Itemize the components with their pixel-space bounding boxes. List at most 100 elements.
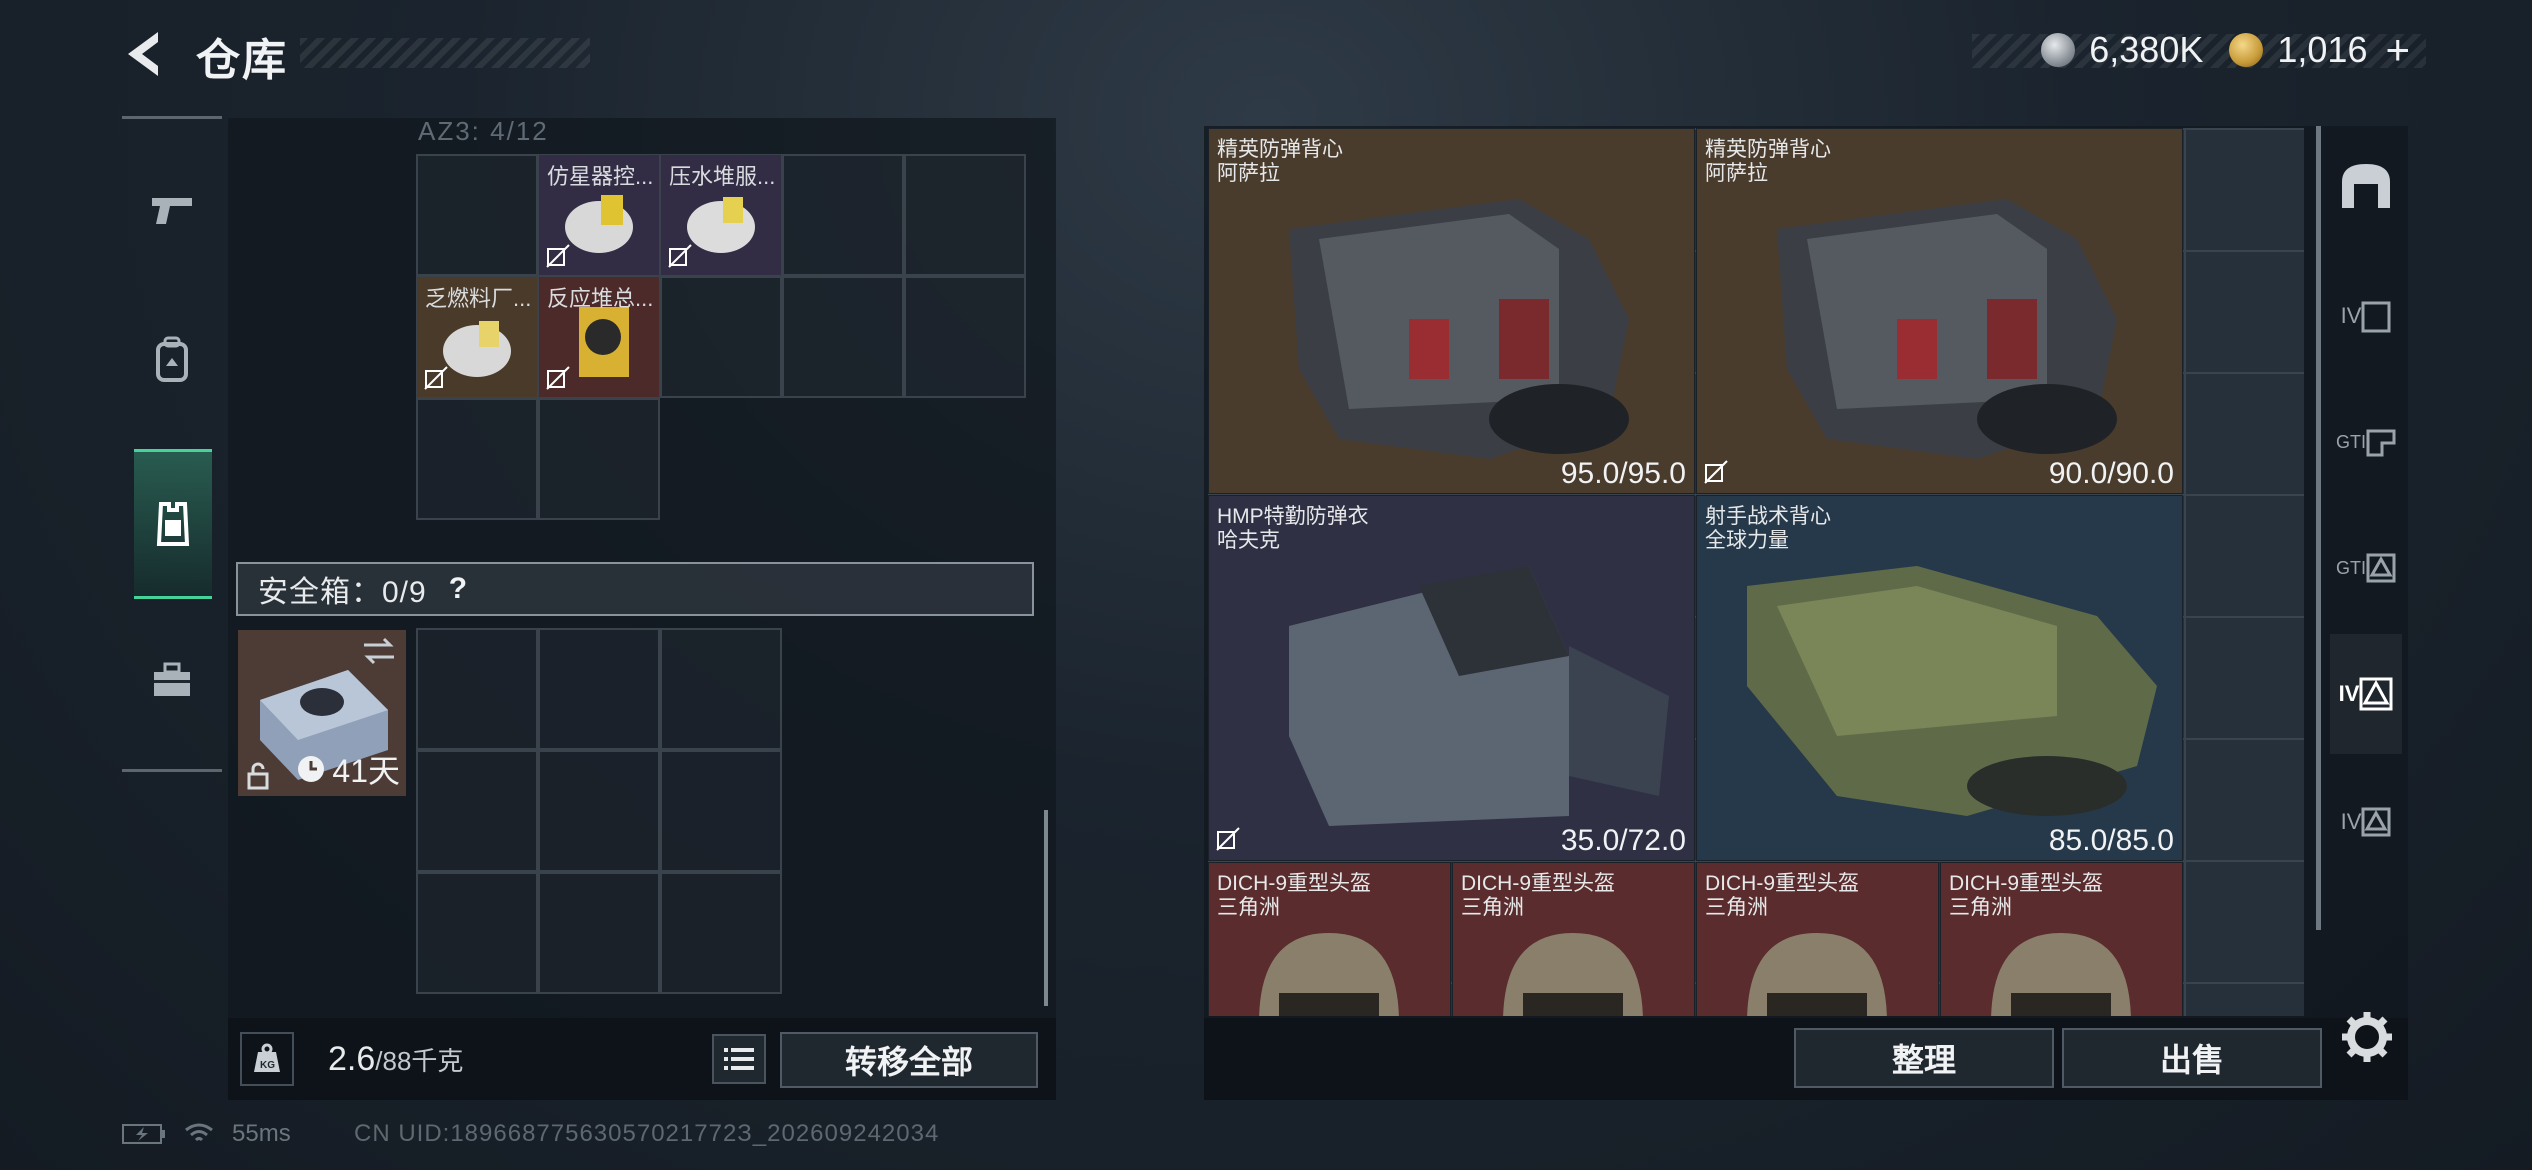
safe-slot[interactable] xyxy=(660,750,782,872)
sort-button[interactable]: 整理 xyxy=(1794,1028,2054,1088)
container-label: AZ3: 4/12 xyxy=(418,116,549,146)
weight-display: 2.6/88千克 xyxy=(328,1040,463,1079)
grid-slot[interactable] xyxy=(660,276,782,398)
vest-image xyxy=(1289,199,1629,459)
filter-gti[interactable]: GTI xyxy=(2330,382,2402,502)
sell-button[interactable]: 出售 xyxy=(2062,1028,2322,1088)
filter-rail: IV GTI GTI IV IV xyxy=(2330,126,2402,962)
helmet-image xyxy=(1503,933,1643,1016)
safe-slot[interactable] xyxy=(538,628,660,750)
weight-value: 2.6 xyxy=(328,1040,376,1078)
gold-coin-icon xyxy=(2229,33,2264,67)
stash-item-helmet[interactable]: DICH-9重型头盔 三角洲 xyxy=(1208,862,1451,1016)
no-trade-icon xyxy=(546,244,570,268)
lock-icon xyxy=(247,762,269,790)
swap-icon[interactable] xyxy=(362,636,396,666)
grid-slot[interactable] xyxy=(904,276,1026,398)
safe-slot[interactable] xyxy=(416,628,538,750)
helmet-image xyxy=(1747,933,1887,1016)
title-decoration xyxy=(300,38,590,68)
currency-bar: 6,380K 1,016 + xyxy=(2025,26,2426,73)
page-title: 仓库 xyxy=(196,36,288,85)
wifi-icon xyxy=(185,1123,213,1142)
grid-slot[interactable] xyxy=(416,398,538,520)
add-currency-button[interactable]: + xyxy=(2385,26,2410,74)
grid-slot[interactable] xyxy=(538,398,660,520)
helmet-image xyxy=(1259,933,1399,1016)
inventory-scrollbar[interactable] xyxy=(1044,810,1048,1006)
settings-gear-icon[interactable] xyxy=(2338,1008,2396,1066)
stash-item-vest[interactable]: 精英防弹背心 阿萨拉 90.0/90.0 xyxy=(1696,128,2183,494)
user-uid: CN UID:18966877563057021772З_20260924203… xyxy=(354,1120,940,1147)
container-item[interactable]: 反应堆总... xyxy=(539,277,659,397)
stash-item-vest[interactable]: 射手战术背心 全球力量 85.0/85.0 xyxy=(1696,495,2183,861)
stash-item-helmet[interactable]: DICH-9重型头盔 三角洲 xyxy=(1696,862,1939,1016)
safe-slot[interactable] xyxy=(660,872,782,994)
stash-item-helmet[interactable]: DICH-9重型头盔 三角洲 xyxy=(1940,862,2183,1016)
silver-coin-icon xyxy=(2041,33,2076,67)
no-trade-icon xyxy=(1216,827,1240,851)
safe-slot[interactable] xyxy=(660,628,782,750)
vest-image xyxy=(1777,199,2117,459)
category-backpack[interactable] xyxy=(122,285,222,435)
grid-slot[interactable] xyxy=(904,154,1026,276)
safe-slot[interactable] xyxy=(416,750,538,872)
stash-grid: 精英防弹背心 阿萨拉 95.0/95.0 精英防弹背心 阿萨拉 90.0/90.… xyxy=(1208,128,2304,1016)
vest-filter-icon xyxy=(2361,807,2391,837)
grid-slot[interactable] xyxy=(416,154,538,276)
no-trade-icon xyxy=(668,244,692,268)
no-trade-icon xyxy=(1704,460,1728,484)
battery-icon xyxy=(122,1124,165,1144)
container-item[interactable]: 压水堆服... xyxy=(661,155,781,275)
safe-slot[interactable] xyxy=(416,872,538,994)
rig-icon xyxy=(2366,429,2396,457)
transfer-all-button[interactable]: 转移全部 xyxy=(780,1032,1038,1088)
filter-tier-alt[interactable]: IV xyxy=(2330,762,2402,882)
vest-image xyxy=(1747,566,2157,816)
filter-tier[interactable]: IV xyxy=(2330,256,2402,376)
safe-box-days: 41天 xyxy=(332,753,400,789)
home-icon xyxy=(2342,164,2390,208)
grid-slot[interactable] xyxy=(782,276,904,398)
container-item[interactable]: 乏燃料厂... xyxy=(417,277,537,397)
ping: 55ms xyxy=(232,1120,291,1147)
category-weapons[interactable] xyxy=(122,135,222,285)
list-view-button[interactable] xyxy=(712,1034,766,1084)
safe-slot[interactable] xyxy=(538,872,660,994)
container-item[interactable]: 仿星器控... xyxy=(539,155,659,275)
safe-box-label: 安全箱：0/9 xyxy=(258,576,427,609)
category-vest[interactable] xyxy=(134,449,212,599)
toolbox-icon xyxy=(154,662,190,696)
stash-item-vest[interactable]: 精英防弹背心 阿萨拉 95.0/95.0 xyxy=(1208,128,1695,494)
stash-scrollbar[interactable] xyxy=(2316,126,2321,930)
pistol-icon xyxy=(152,198,192,224)
svg-text:KG: KG xyxy=(260,1060,275,1071)
vest-filter-icon xyxy=(2366,553,2396,583)
filter-all[interactable] xyxy=(2330,126,2402,246)
list-icon xyxy=(724,1048,754,1070)
category-toolbox[interactable] xyxy=(122,605,222,755)
backpack-icon xyxy=(156,336,188,382)
durability: 85.0/85.0 xyxy=(2048,824,2174,857)
durability: 95.0/95.0 xyxy=(1560,457,1686,490)
grid-slot[interactable] xyxy=(782,154,904,276)
stash-item-vest[interactable]: HMP特勤防弹衣 哈夫克 35.0/72.0 xyxy=(1208,495,1695,861)
help-button[interactable]: ? xyxy=(449,572,467,606)
filter-tier-vest-active[interactable]: IV xyxy=(2330,634,2402,754)
safe-slot[interactable] xyxy=(538,750,660,872)
filter-gti-vest[interactable]: GTI xyxy=(2330,508,2402,628)
vest-filter-icon xyxy=(2359,677,2393,711)
back-arrow-icon[interactable] xyxy=(118,26,174,82)
vest-image xyxy=(1289,566,1669,826)
weight-icon: KG xyxy=(240,1032,294,1086)
helmet-image xyxy=(1991,933,2131,1016)
gold-amount: 1,016 xyxy=(2277,29,2368,70)
safe-box-item[interactable]: 41天 xyxy=(238,630,406,796)
clock-icon xyxy=(298,756,325,782)
durability: 90.0/90.0 xyxy=(2048,457,2174,490)
stash-item-helmet[interactable]: DICH-9重型头盔 三角洲 xyxy=(1452,862,1695,1016)
no-trade-icon xyxy=(546,366,570,390)
category-rail xyxy=(122,116,222,772)
weight-capacity: /88千克 xyxy=(375,1046,464,1076)
status-bar: 55ms xyxy=(122,1120,291,1148)
